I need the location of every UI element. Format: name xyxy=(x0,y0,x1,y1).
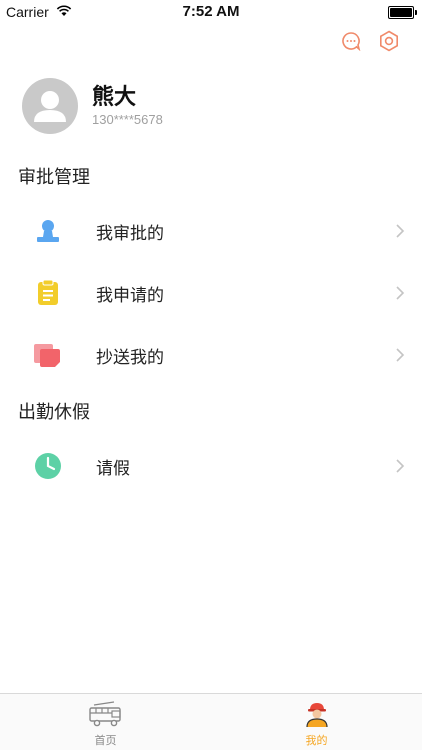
tab-bar: 首页 我的 xyxy=(0,693,422,750)
chevron-right-icon xyxy=(394,346,406,364)
copy-icon xyxy=(33,340,63,370)
menu-item-label: 我审批的 xyxy=(96,223,164,244)
settings-icon[interactable] xyxy=(378,30,400,52)
firefighter-icon xyxy=(211,700,422,728)
menu-item-leave[interactable]: 请假 xyxy=(0,435,422,497)
menu-item-my-approvals[interactable]: 我审批的 xyxy=(0,200,422,262)
menu-item-cc-me[interactable]: 抄送我的 xyxy=(0,324,422,386)
profile-card[interactable]: 熊大 130****5678 xyxy=(22,78,163,134)
chevron-right-icon xyxy=(394,457,406,475)
fire-truck-icon xyxy=(0,700,211,728)
menu-item-my-applications[interactable]: 我申请的 xyxy=(0,262,422,324)
chevron-right-icon xyxy=(394,284,406,302)
status-bar: Carrier 7:52 AM xyxy=(0,0,422,24)
battery-icon xyxy=(388,6,417,19)
menu-item-label: 抄送我的 xyxy=(96,347,164,368)
tab-home[interactable]: 首页 xyxy=(0,694,211,750)
tab-label-mine: 我的 xyxy=(305,734,328,747)
section-title-approval: 审批管理 xyxy=(18,167,90,188)
tab-mine[interactable]: 我的 xyxy=(211,694,422,750)
menu-item-label: 我申请的 xyxy=(96,285,164,306)
section-title-attendance: 出勤休假 xyxy=(18,402,90,423)
menu-item-label: 请假 xyxy=(96,458,130,479)
tab-label-home: 首页 xyxy=(94,734,117,747)
chevron-right-icon xyxy=(394,222,406,240)
clipboard-icon xyxy=(33,278,63,308)
clock-icon xyxy=(33,451,63,481)
message-icon[interactable] xyxy=(340,30,362,52)
header-actions xyxy=(340,30,400,52)
profile-phone: 130****5678 xyxy=(92,112,163,127)
status-time: 7:52 AM xyxy=(182,3,240,20)
avatar[interactable] xyxy=(22,78,78,134)
user-stamp-icon xyxy=(33,216,63,246)
profile-name: 熊大 xyxy=(92,85,137,110)
avatar-placeholder-icon xyxy=(34,91,66,122)
